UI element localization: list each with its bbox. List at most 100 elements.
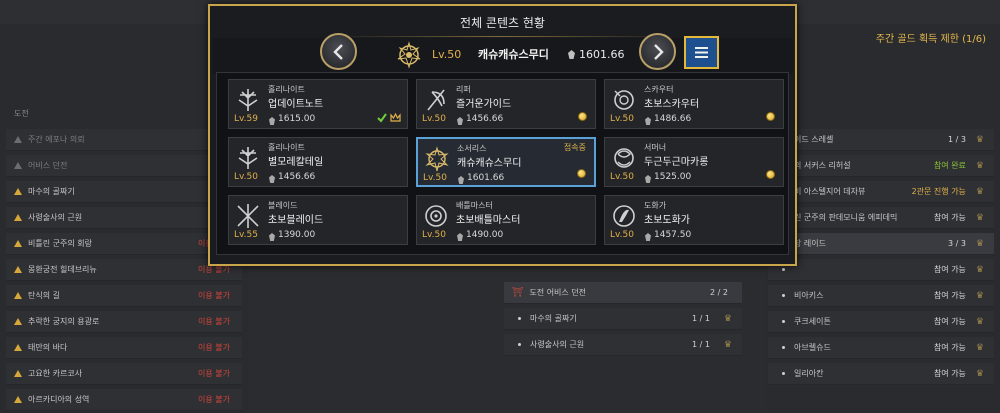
content-name: 린 군주의 판데모니움 에피데믹 (794, 213, 898, 222)
right-content-row[interactable]: 아브렐슈드 참여 가능 ♛ (768, 337, 994, 359)
scouter-emblem-icon (614, 90, 634, 110)
right-content-row[interactable]: 비아키스 참여 가능 ♛ (768, 285, 994, 307)
character-card[interactable]: Lv.50 배틀마스터 초보배틀마스터 1490.00 (416, 195, 596, 245)
battle-master-emblem-icon (425, 205, 447, 227)
content-name: 탄식의 길 (28, 291, 60, 300)
character-card[interactable]: Lv.59 홀리나이트 업데이트노트 1615.00 (228, 79, 408, 129)
left-content-row[interactable]: 사령술사의 근원이용 (6, 207, 242, 229)
bullet-icon (782, 268, 785, 271)
left-content-row[interactable]: 탄식의 길 이용 불가 (6, 285, 242, 307)
character-item-level: 1525.00 (654, 172, 692, 182)
right-content-row[interactable]: 장 레이드 3 / 3 ♛ (768, 233, 994, 255)
bullet-icon (518, 343, 521, 346)
gold-coin-icon (766, 112, 775, 121)
right-content-row[interactable]: 이드 스레셸 1 / 3 ♛ (768, 129, 994, 151)
item-level-icon (457, 117, 463, 125)
character-class: 도화가 (644, 201, 667, 210)
left-content-row[interactable]: 아르카디아의 성역 이용 불가 (6, 389, 242, 411)
character-level: Lv.50 (422, 114, 446, 124)
content-name: 태만의 바다 (28, 343, 68, 352)
left-content-row[interactable]: 추락한 궁지의 용광로 이용 불가 (6, 311, 242, 333)
reward-crown-icon: ♛ (723, 313, 732, 324)
character-level: Lv.50 (610, 172, 634, 182)
content-status: 참여 가능 (933, 343, 966, 352)
right-content-row[interactable]: 비 아스텔지어 데자뷰 2관문 진행 가능 ♛ (768, 181, 994, 203)
mid-content-row[interactable]: ⛩ 도전 어비스 던전 2 / 2 (504, 282, 742, 304)
content-count: 2 / 2 (710, 288, 728, 297)
character-class: 블레이드 (268, 201, 298, 210)
content-name: 일리아칸 (794, 369, 824, 378)
right-content-row[interactable]: 쿠크세이튼 참여 가능 ♛ (768, 311, 994, 333)
menu-button[interactable] (684, 36, 719, 69)
content-name: 장 레이드 (794, 239, 826, 248)
reward-crown-icon: ♛ (975, 134, 984, 145)
warning-icon (14, 344, 22, 351)
content-name: 추락한 궁지의 용광로 (28, 317, 100, 326)
next-character-button[interactable] (639, 33, 676, 70)
character-item-level: 1601.66 (467, 173, 505, 183)
warning-icon (14, 162, 22, 169)
character-level: Lv.59 (234, 114, 258, 124)
mid-content-row[interactable]: 마수의 골짜기 1 / 1 ♛ (504, 308, 742, 330)
right-content-row[interactable]: 참여 가능 ♛ (768, 259, 994, 281)
summoner-emblem-icon (614, 148, 634, 168)
character-card[interactable]: Lv.50 리퍼 즐거운가이드 1456.66 (416, 79, 596, 129)
character-item-level: 1486.66 (654, 114, 692, 124)
content-name: 아르카디아의 성역 (28, 395, 90, 404)
left-content-row[interactable]: 몽환궁전 힐데브리뉴 이용 불가 (6, 259, 242, 281)
character-card[interactable]: Lv.50 홀리나이트 별모레칼테일 1456.66 (228, 137, 408, 187)
reward-crown-icon: ♛ (975, 316, 984, 327)
sorceress-emblem-icon (425, 146, 449, 172)
content-name: 비 아스텔지어 데자뷰 (794, 187, 866, 196)
character-card[interactable]: Lv.50 소서리스 캐슈캐슈스무디 1601.66 접속중 (416, 137, 596, 187)
check-icon (377, 113, 387, 123)
left-content-row[interactable]: 주간 에포나 의뢰 (6, 129, 242, 151)
item-level-icon (645, 117, 651, 125)
abyss-icon: ⛩ (512, 287, 524, 298)
content-status: 3 / 3 (947, 239, 966, 248)
content-name: 비아키스 (794, 291, 824, 300)
right-content-row[interactable]: 의 서커스 리허설 참여 완료 ♛ (768, 155, 994, 177)
reward-crown-icon: ♛ (975, 264, 984, 275)
content-name: 어비스 던전 (28, 161, 68, 170)
character-card[interactable]: Lv.55 블레이드 초보블레이드 1390.00 (228, 195, 408, 245)
bullet-icon (782, 294, 785, 297)
left-content-row[interactable]: 어비스 던전 (6, 155, 242, 177)
holy-knight-emblem-icon (238, 147, 258, 169)
character-level: Lv.50 (234, 172, 258, 182)
right-content-row[interactable]: 린 군주의 판데모니움 에피데믹 참여 가능 ♛ (768, 207, 994, 229)
left-content-row[interactable]: 마수의 골짜기이용 (6, 181, 242, 203)
character-card[interactable]: Lv.50 스카우터 초보스카우터 1486.66 (604, 79, 784, 129)
prev-character-button[interactable] (320, 33, 357, 70)
left-content-row[interactable]: 고요한 카르코사 이용 불가 (6, 363, 242, 385)
mid-content-row[interactable]: 사령술사의 근원 1 / 1 ♛ (504, 334, 742, 356)
character-class: 홀리나이트 (268, 85, 305, 94)
selected-character-name: 캐슈캐슈스무디 (478, 48, 549, 61)
character-name: 초보배틀마스터 (456, 215, 521, 226)
character-item-level: 1456.66 (278, 172, 316, 182)
character-card[interactable]: Lv.50 서머너 두근두근마카롱 1525.00 (604, 137, 784, 187)
crown-icon (390, 113, 401, 122)
character-level: Lv.50 (610, 114, 634, 124)
bullet-icon (782, 372, 785, 375)
character-card[interactable]: Lv.50 도화가 초보도화가 1457.50 (604, 195, 784, 245)
warning-icon (14, 396, 22, 403)
content-name: 마수의 골짜기 (28, 187, 75, 196)
right-content-row[interactable]: 일리아칸 참여 가능 ♛ (768, 363, 994, 385)
left-content-row[interactable]: 비틀린 군주의 회랑이용 불가 (6, 233, 242, 255)
content-name: 고요한 카르코사 (28, 369, 83, 378)
warning-icon (14, 188, 22, 195)
character-name: 초보블레이드 (268, 215, 324, 226)
artist-emblem-icon (613, 205, 635, 227)
item-level-icon (457, 233, 463, 241)
content-status: 이용 불가 (198, 291, 230, 300)
left-content-row[interactable]: 태만의 바다 이용 불가 (6, 337, 242, 359)
content-name: 비틀린 군주의 회랑 (28, 239, 92, 248)
character-class: 리퍼 (456, 85, 471, 94)
item-level-icon (269, 233, 275, 241)
character-level: Lv.50 (422, 230, 446, 240)
reward-crown-icon: ♛ (975, 212, 984, 223)
gold-coin-icon (577, 169, 586, 178)
gold-coin-icon (766, 170, 775, 179)
warning-icon (14, 318, 22, 325)
